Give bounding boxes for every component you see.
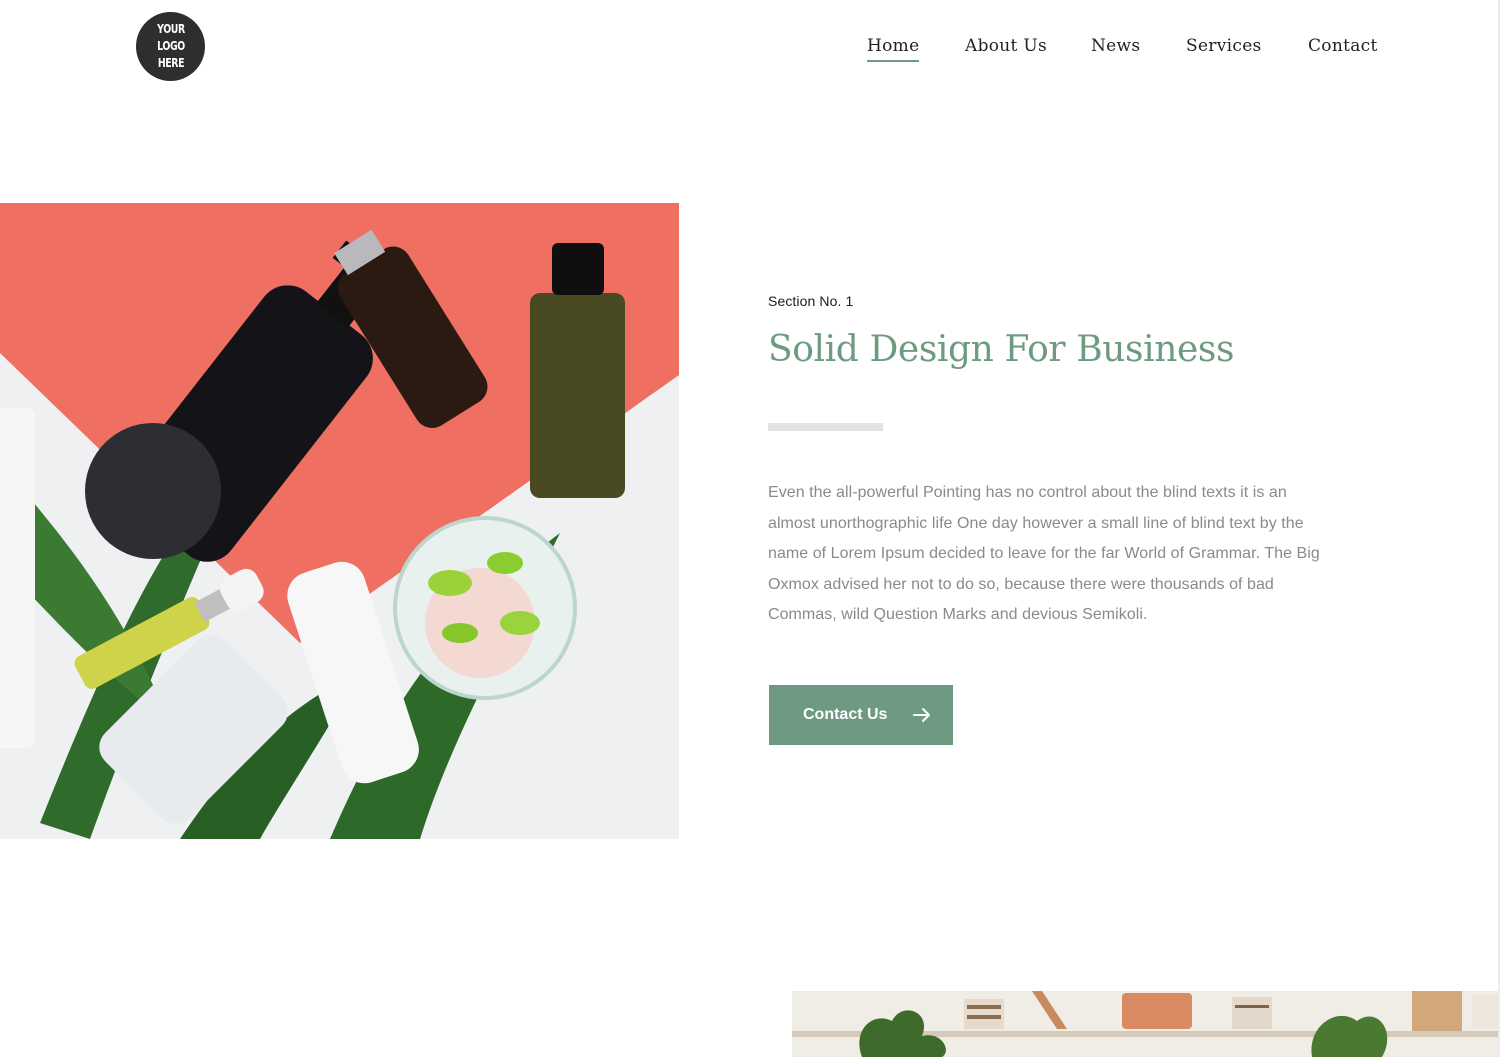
nav-link-news[interactable]: News <box>1091 34 1140 58</box>
bottom-photo-interior <box>792 991 1498 1057</box>
arrow-right-icon <box>913 708 930 722</box>
nav-link-contact[interactable]: Contact <box>1308 34 1378 58</box>
nav-link-home[interactable]: Home <box>867 34 920 62</box>
hero-title: Solid Design For Business <box>768 329 1235 370</box>
main-nav: Home About Us News Services Contact <box>0 34 1500 64</box>
hero-body-text: Even the all-powerful Pointing has no co… <box>768 484 1320 623</box>
section-eyebrow: Section No. 1 <box>768 293 854 309</box>
nav-link-about-us[interactable]: About Us <box>965 34 1047 58</box>
hero-photo-cosmetics <box>0 203 679 839</box>
contact-us-label: Contact Us <box>803 706 888 723</box>
nav-link-services[interactable]: Services <box>1186 34 1262 58</box>
title-divider <box>768 423 883 431</box>
contact-us-button[interactable]: Contact Us <box>769 685 953 745</box>
